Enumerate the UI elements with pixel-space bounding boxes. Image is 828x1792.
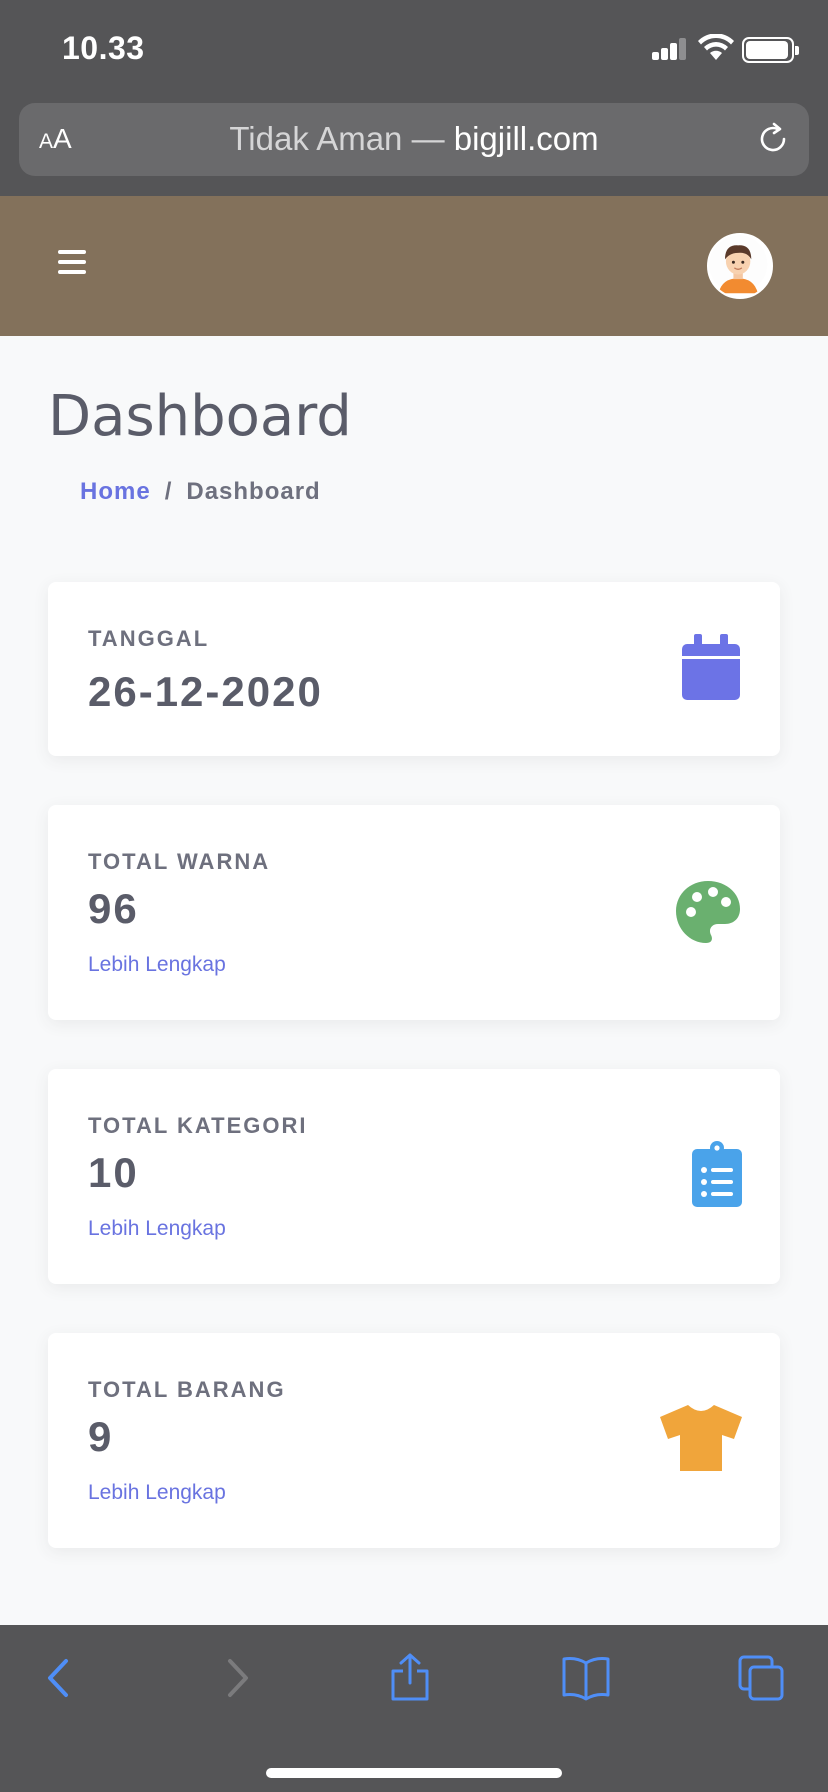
- calendar-icon: [682, 634, 740, 700]
- address-bar[interactable]: AA Tidak Aman — bigjill.com: [19, 103, 809, 176]
- card-label: TOTAL BARANG: [88, 1377, 286, 1402]
- domain-label: bigjill.com: [453, 120, 599, 157]
- security-label: Tidak Aman —: [229, 120, 445, 157]
- card-label: TANGGAL: [88, 626, 210, 651]
- breadcrumb-home-link[interactable]: Home: [80, 478, 151, 505]
- total-categories-card: TOTAL KATEGORI 10 Lebih Lengkap: [48, 1069, 780, 1284]
- breadcrumb: Home / Dashboard: [80, 478, 321, 506]
- card-value: 9: [88, 1413, 114, 1460]
- back-icon[interactable]: [34, 1653, 84, 1703]
- total-items-card: TOTAL BARANG 9 Lebih Lengkap: [48, 1333, 780, 1548]
- more-details-link[interactable]: Lebih Lengkap: [88, 953, 226, 977]
- hamburger-icon[interactable]: [58, 250, 86, 274]
- tshirt-icon: [660, 1405, 742, 1471]
- more-details-link[interactable]: Lebih Lengkap: [88, 1217, 226, 1241]
- breadcrumb-current: Dashboard: [186, 478, 321, 505]
- page-title: Dashboard: [48, 384, 352, 449]
- card-value: 26-12-2020: [88, 668, 323, 715]
- user-avatar[interactable]: [707, 233, 773, 299]
- app-header: [0, 196, 828, 336]
- wifi-icon: [698, 34, 734, 60]
- card-value: 10: [88, 1149, 139, 1196]
- forward-icon[interactable]: [212, 1653, 262, 1703]
- reload-icon[interactable]: [755, 121, 791, 157]
- card-label: TOTAL KATEGORI: [88, 1113, 308, 1138]
- home-indicator: [266, 1768, 562, 1778]
- url-display[interactable]: Tidak Aman — bigjill.com: [19, 120, 809, 158]
- card-label: TOTAL WARNA: [88, 849, 271, 874]
- palette-icon: [676, 881, 740, 943]
- browser-toolbar: [0, 1625, 828, 1792]
- breadcrumb-separator: /: [164, 478, 173, 505]
- more-details-link[interactable]: Lebih Lengkap: [88, 1481, 226, 1505]
- status-bar: 10.33 AA Tidak Aman — bigjill.com: [0, 0, 828, 196]
- card-value: 96: [88, 885, 139, 932]
- total-colors-card: TOTAL WARNA 96 Lebih Lengkap: [48, 805, 780, 1020]
- date-card: TANGGAL 26-12-2020: [48, 582, 780, 756]
- signal-icon: [652, 38, 688, 60]
- status-time: 10.33: [62, 30, 145, 66]
- clipboard-list-icon: [692, 1141, 742, 1207]
- bookmarks-icon[interactable]: [561, 1653, 611, 1703]
- battery-icon: [742, 37, 799, 63]
- tabs-icon[interactable]: [736, 1653, 786, 1703]
- share-icon[interactable]: [385, 1653, 435, 1703]
